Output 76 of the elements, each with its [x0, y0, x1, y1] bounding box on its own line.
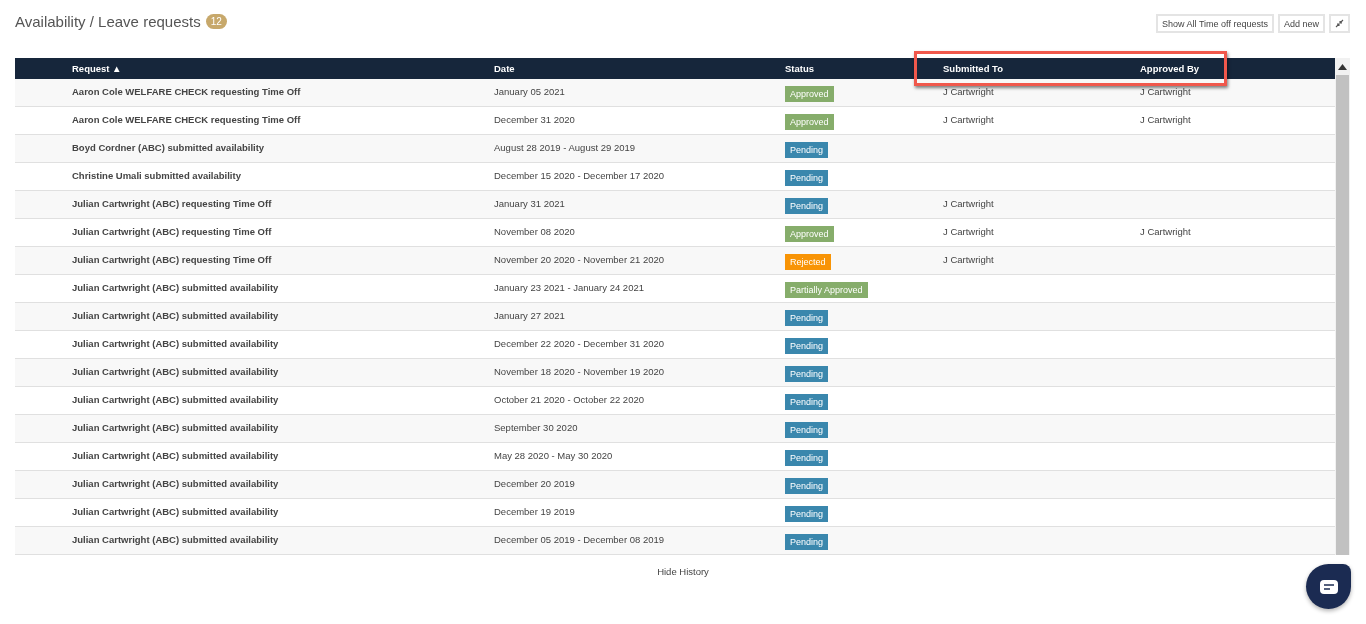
status-label: Pending — [785, 310, 829, 326]
status-label: Approved — [785, 86, 834, 102]
table-cell-text: Julian Cartwright (ABC) submitted availability — [72, 422, 280, 433]
table-cell-text: Julian Cartwright (ABC) requesting Time Off — [72, 254, 273, 265]
table-cell-text: December 15 2020 - December 17 2020 — [494, 170, 666, 181]
column-header[interactable]: Approved By — [1140, 63, 1224, 74]
column-header[interactable]: Submitted To — [943, 63, 1140, 74]
table-cell-text: Julian Cartwright (ABC) requesting Time Off — [72, 198, 273, 209]
table-cell-text: J Cartwright — [1140, 226, 1192, 237]
toolbar-button[interactable]: Add new — [1277, 14, 1325, 33]
status-label: Pending — [785, 170, 829, 186]
table-cell-text: Julian Cartwright (ABC) submitted availability — [72, 338, 280, 349]
status-label: Partially Approved — [785, 282, 868, 298]
table-cell-text: Julian Cartwright (ABC) submitted availability — [72, 506, 280, 517]
table-cell-text: J Cartwright — [943, 226, 995, 237]
status-label: Pending — [785, 422, 829, 438]
toolbar-button[interactable]: Show All Time off requests — [1156, 14, 1274, 33]
status-label: Pending — [785, 450, 829, 466]
status-label: Approved — [785, 226, 834, 242]
table-cell-text: Aaron Cole WELFARE CHECK requesting Time Off — [72, 114, 302, 125]
status-label: Pending — [785, 506, 829, 522]
table-cell-text: Julian Cartwright (ABC) submitted availability — [72, 478, 280, 489]
table-cell-text: December 19 2019 — [494, 506, 576, 517]
table-cell-text: J Cartwright — [1140, 114, 1192, 125]
table-cell-text: November 20 2020 - November 21 2020 — [494, 254, 666, 265]
hide-history-link[interactable]: Hide History — [657, 566, 709, 577]
column-header[interactable]: Request ▲ — [72, 63, 494, 74]
collapse-icon — [1335, 19, 1344, 28]
scroll-up-icon[interactable] — [1338, 64, 1347, 70]
chat-button[interactable] — [1306, 564, 1351, 609]
collapse-button[interactable] — [1329, 14, 1350, 33]
table-cell-text: Julian Cartwright (ABC) requesting Time Off — [72, 226, 273, 237]
table-cell-text: Julian Cartwright (ABC) submitted availability — [72, 534, 280, 545]
scrollbar-thumb[interactable] — [1336, 75, 1349, 555]
table-cell-text: Julian Cartwright (ABC) submitted availability — [72, 394, 280, 405]
table-cell-text: Julian Cartwright (ABC) submitted availability — [72, 282, 280, 293]
table-cell-text: J Cartwright — [943, 86, 995, 97]
status-label: Pending — [785, 478, 829, 494]
table-cell-text: December 20 2019 — [494, 478, 576, 489]
table-cell-text: November 18 2020 - November 19 2020 — [494, 366, 666, 377]
table-cell-text: January 31 2021 — [494, 198, 566, 209]
table-cell-text: September 30 2020 — [494, 422, 579, 433]
table-cell-text: Christine Umali submitted availability — [72, 170, 242, 181]
table-cell-text: J Cartwright — [943, 198, 995, 209]
status-label: Pending — [785, 366, 829, 382]
status-label: Pending — [785, 142, 829, 158]
table-cell-text: August 28 2019 - August 29 2019 — [494, 142, 637, 153]
table-cell-text: J Cartwright — [943, 254, 995, 265]
table-cell-text: May 28 2020 - May 30 2020 — [494, 450, 614, 461]
table-cell-text: Julian Cartwright (ABC) submitted availability — [72, 310, 280, 321]
column-header[interactable]: Date — [494, 63, 785, 74]
status-label: Approved — [785, 114, 834, 130]
page-title: Availability / Leave requests — [15, 13, 201, 30]
table-cell-text: November 08 2020 — [494, 226, 576, 237]
table-cell-text: December 22 2020 - December 31 2020 — [494, 338, 666, 349]
status-label: Rejected — [785, 254, 831, 270]
table-cell-text: January 27 2021 — [494, 310, 566, 321]
table-cell-text: January 05 2021 — [494, 86, 566, 97]
column-header[interactable]: Status — [785, 63, 943, 74]
table-cell-text: Aaron Cole WELFARE CHECK requesting Time Off — [72, 86, 302, 97]
status-label: Pending — [785, 198, 829, 214]
status-label: Pending — [785, 394, 829, 410]
table-cell-text: Boyd Cordner (ABC) submitted availability — [72, 142, 266, 153]
table-cell-text: J Cartwright — [1140, 86, 1192, 97]
table-cell-text: December 05 2019 - December 08 2019 — [494, 534, 666, 545]
table-cell-text: Julian Cartwright (ABC) submitted availability — [72, 450, 280, 461]
table-cell-text: October 21 2020 - October 22 2020 — [494, 394, 645, 405]
chat-icon — [1319, 579, 1338, 594]
table-cell-text: Julian Cartwright (ABC) submitted availability — [72, 366, 280, 377]
count-badge: 12 — [205, 14, 227, 29]
table-cell-text: December 31 2020 — [494, 114, 576, 125]
status-label: Pending — [785, 338, 829, 354]
table-cell-text: J Cartwright — [943, 114, 995, 125]
status-label: Pending — [785, 534, 829, 550]
table-cell-text: January 23 2021 - January 24 2021 — [494, 282, 645, 293]
scrollbar[interactable] — [1335, 58, 1350, 555]
